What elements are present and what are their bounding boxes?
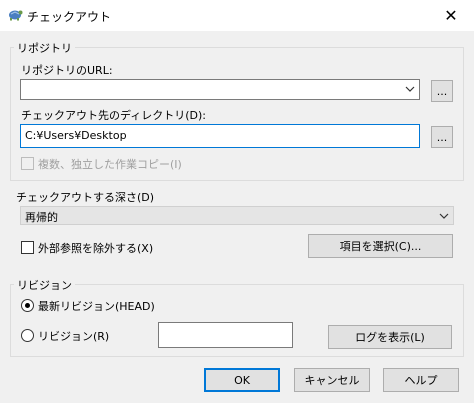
choose-items-label: 項目を選択(C)... xyxy=(339,240,422,253)
radio-selected-dot xyxy=(25,303,30,308)
chevron-down-icon[interactable] xyxy=(405,84,415,94)
url-combobox[interactable] xyxy=(20,79,420,100)
revision-group-label: リビジョン xyxy=(14,277,75,293)
depth-label: チェックアウトする深さ(D) xyxy=(16,191,155,204)
checkout-dir-label: チェックアウト先のディレクトリ(D): xyxy=(21,109,206,122)
checkout-dir-input[interactable]: C:¥Users¥Desktop xyxy=(20,124,420,148)
dir-browse-button[interactable]: ... xyxy=(431,126,453,148)
exclude-externals-checkbox[interactable] xyxy=(21,241,34,254)
repository-group-label: リポジトリ xyxy=(14,40,75,56)
url-browse-button[interactable]: ... xyxy=(431,80,453,102)
tortoise-icon xyxy=(9,10,23,21)
choose-items-button[interactable]: 項目を選択(C)... xyxy=(308,234,453,258)
cancel-button[interactable]: キャンセル xyxy=(294,368,370,392)
close-button[interactable]: ✕ xyxy=(428,0,474,31)
independent-copies-label: 複数、独立した作業コピー(I) xyxy=(38,158,182,171)
title-bar: チェックアウト ✕ xyxy=(0,0,474,31)
specific-revision-radio[interactable] xyxy=(21,329,34,342)
revision-input[interactable] xyxy=(158,322,293,348)
url-browse-label: ... xyxy=(436,84,448,98)
help-label: ヘルプ xyxy=(404,374,438,387)
cancel-label: キャンセル xyxy=(304,374,360,387)
specific-revision-label: リビジョン(R) xyxy=(38,330,110,343)
close-icon: ✕ xyxy=(444,6,458,25)
ok-label: OK xyxy=(234,373,250,387)
head-revision-radio[interactable] xyxy=(21,299,34,312)
show-log-label: ログを表示(L) xyxy=(355,331,425,344)
checkout-dir-value: C:¥Users¥Desktop xyxy=(25,129,127,142)
dir-browse-label: ... xyxy=(436,130,448,144)
chevron-down-icon[interactable] xyxy=(439,211,449,221)
url-label: リポジトリのURL: xyxy=(21,64,113,77)
ok-button[interactable]: OK xyxy=(204,368,280,392)
exclude-externals-label: 外部参照を除外する(X) xyxy=(38,242,154,255)
show-log-button[interactable]: ログを表示(L) xyxy=(328,325,452,349)
window-title: チェックアウト xyxy=(27,10,112,24)
depth-select[interactable]: 再帰的 xyxy=(20,206,454,225)
head-revision-label: 最新リビジョン(HEAD) xyxy=(38,300,155,313)
independent-copies-checkbox[interactable] xyxy=(21,157,34,170)
help-button[interactable]: ヘルプ xyxy=(383,368,459,392)
depth-selected-value: 再帰的 xyxy=(25,211,58,224)
